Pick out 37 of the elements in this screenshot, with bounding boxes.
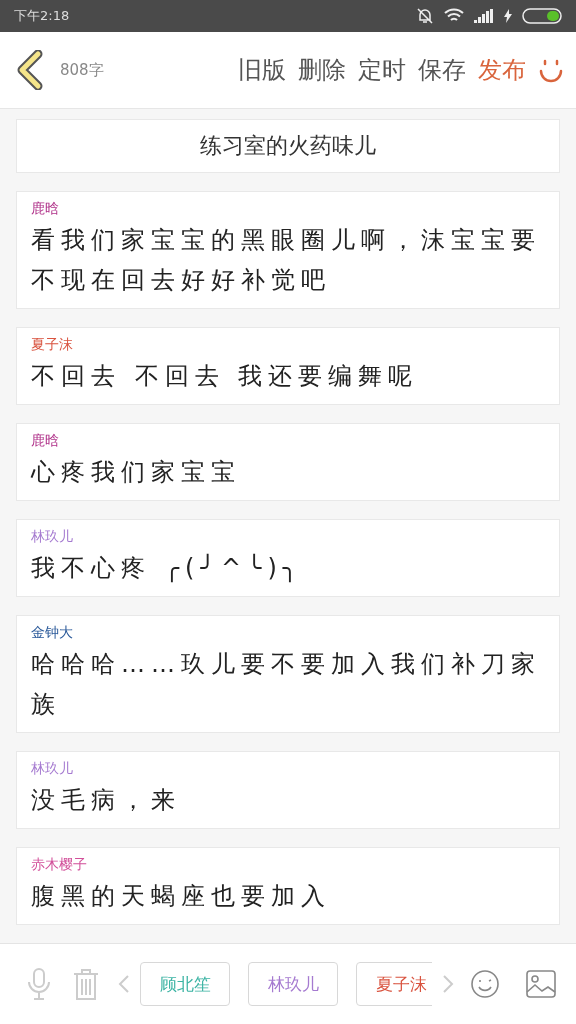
toolbar-action[interactable]: 定时 [358,54,406,86]
battery-icon [522,8,562,24]
speaker-name: 夏子沫 [31,336,74,354]
speaker-name: 林玖儿 [31,528,74,546]
message-text: 没毛病，来 [31,785,182,816]
toolbar-action[interactable]: 保存 [418,54,466,86]
message-text: 看我们家宝宝的黑眼圈儿啊，沫宝宝要不现在回去好好补觉吧 [31,225,542,296]
word-count: 808字 [60,60,104,80]
character-chip[interactable]: 夏子沫 [356,962,432,1006]
toolbar-action[interactable]: 删除 [298,54,346,86]
speaker-name: 赤木樱子 [31,856,88,874]
image-icon[interactable] [526,970,556,998]
speaker-name: 林玖儿 [31,760,74,778]
message-text: 心疼我们家宝宝 [31,457,242,488]
toolbar-action[interactable]: 发布 [478,54,526,86]
message-text: 我不心疼 ╭(╯^╰)╮ [31,552,305,585]
message-card[interactable]: 金钟大 哈哈哈……玖儿要不要加入我们补刀家族 [16,615,560,733]
toolbar-action[interactable]: 旧版 [238,54,286,86]
message-text: 不回去 不回去 我还要编舞呢 [31,361,420,392]
message-card[interactable]: 林玖儿 没毛病，来 [16,751,560,829]
message-card[interactable]: 夏子沫 不回去 不回去 我还要编舞呢 [16,327,560,405]
chapter-title: 练习室的火药味儿 [16,119,560,173]
message-card[interactable]: 鹿晗 心疼我们家宝宝 [16,423,560,501]
message-card[interactable]: 林玖儿 我不心疼 ╭(╯^╰)╮ [16,519,560,597]
signal-icon [474,9,494,23]
message-card[interactable]: 鹿晗 看我们家宝宝的黑眼圈儿啊，沫宝宝要不现在回去好好补觉吧 [16,191,560,309]
message-text: 腹黑的天蝎座也要加入 [31,881,332,912]
emoji-icon[interactable] [470,969,500,999]
message-text: 哈哈哈……玖儿要不要加入我们补刀家族 [31,649,542,720]
speaker-name: 鹿晗 [31,432,60,450]
speaker-name: 鹿晗 [31,200,60,218]
charging-icon [504,9,512,23]
speaker-name: 金钟大 [31,624,74,642]
muted-bell-icon [416,7,434,25]
message-card[interactable]: 赤木樱子 腹黑的天蝎座也要加入 [16,847,560,925]
smiley-icon[interactable] [538,57,564,83]
status-time: 下午2:18 [14,7,70,25]
